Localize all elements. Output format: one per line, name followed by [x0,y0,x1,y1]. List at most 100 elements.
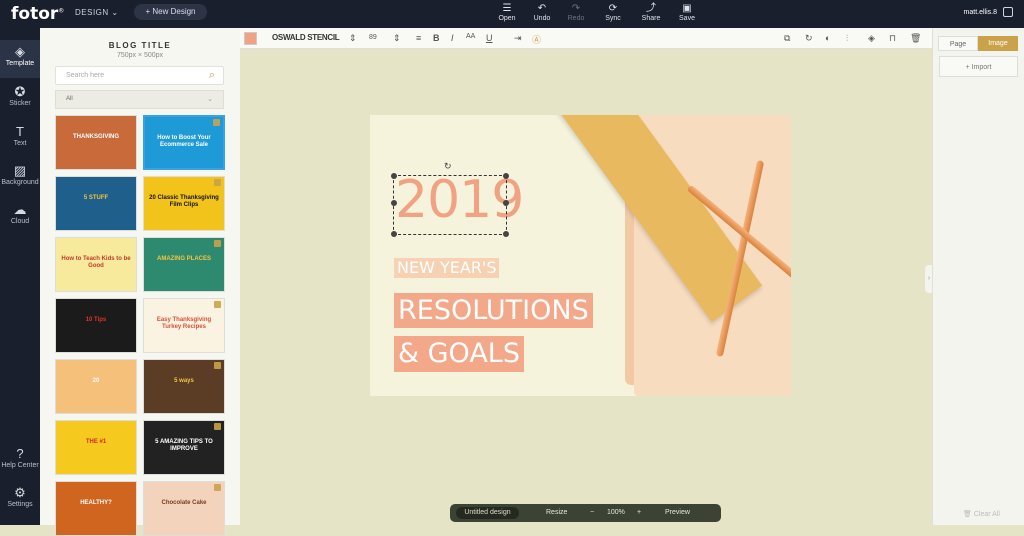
resize-handle[interactable] [503,231,509,237]
sidebar-item-cloud[interactable]: ☁ Cloud [0,202,40,232]
undo-button[interactable]: ↶ Undo [527,3,557,22]
category-select[interactable]: All ⌄ [55,90,224,109]
user-name[interactable]: matt.ellis.8 [964,9,997,16]
thumbnail-title: How to Teach Kids to be Good [61,256,131,269]
template-thumbnail[interactable]: 5 ways [143,359,225,414]
template-thumbnail[interactable]: 20 [55,359,137,414]
save-button[interactable]: ▣ Save [672,3,702,22]
template-thumbnail[interactable]: 5 STUFF [55,176,137,231]
sidebar: ◈ Template ✪ Sticker T Text ▨ Background ☁ Cl… [0,28,40,525]
headline-text[interactable]: NEW YEAR'S [394,258,500,278]
sidebar-item-sticker[interactable]: ✪ Sticker [0,84,40,114]
template-thumbnail[interactable]: Chocolate Cake [143,481,225,536]
search-input[interactable]: Search here ⌕ [55,66,224,85]
text-color-swatch[interactable] [244,32,257,45]
template-thumbnail[interactable]: How to Teach Kids to be Good [55,237,137,292]
template-thumbnail[interactable]: HEALTHY? [55,481,137,536]
settings-button[interactable]: ⚙ Settings [0,485,40,515]
copy-icon[interactable]: ⧉ [784,33,790,44]
resize-handle[interactable] [391,200,397,206]
thumbnail-title: THE #1 [85,439,107,445]
chevron-down-icon: ⌄ [207,96,213,103]
thumbnail-title: 5 AMAZING TIPS TO IMPROVE [155,439,213,452]
unlock-icon[interactable]: ⊓ [889,33,896,44]
font-stepper-icon[interactable]: ⇕ [349,33,357,44]
bold-icon[interactable]: B [433,33,440,43]
new-design-button[interactable]: + New Design [134,4,207,20]
template-thumbnail[interactable]: How to Boost Your Ecommerce Sale [143,115,225,170]
bottom-bar: Untitled design Resize − 100% + Preview [450,504,721,522]
search-icon[interactable]: ⌕ [209,69,215,82]
layers-icon[interactable]: ◈ [868,33,875,44]
help-center-button[interactable]: ? Help Center [0,446,40,476]
font-size-input[interactable]: 89 [369,34,377,41]
text-icon: T [16,124,24,139]
open-button[interactable]: ☰ Open [492,3,522,22]
sidebar-item-text[interactable]: T Text [0,124,40,154]
layer-icon[interactable]: ◐ [825,33,830,43]
sync-button[interactable]: ⟳ Sync [598,3,628,22]
user-menu-icon[interactable] [1003,7,1013,17]
resize-handle[interactable] [503,200,509,206]
template-thumbnail[interactable]: 10 Tips [55,298,137,353]
help-icon: ? [16,446,24,461]
italic-icon[interactable]: I [451,33,454,43]
tab-page[interactable]: Page [938,36,978,51]
redo-button[interactable]: ↷ Redo [561,3,591,22]
template-thumbnail[interactable]: 20 Classic Thanksgiving Film Clips [143,176,225,231]
flip-icon[interactable]: ⫶ [846,33,848,44]
tab-image[interactable]: Image [978,36,1018,51]
clear-all-button[interactable]: 🗑 Clear All [963,510,1000,518]
thumbnail-title: 5 STUFF [83,195,109,201]
premium-icon [214,301,221,308]
thumbnail-title: THANKSGIVING [72,134,119,140]
size-stepper-icon[interactable]: ⇕ [393,33,401,44]
import-button[interactable]: + Import [939,56,1018,77]
resize-handle[interactable] [503,173,509,179]
zoom-in-button[interactable]: + [637,509,641,516]
trash-icon[interactable]: 🗑 [910,33,921,44]
rotate-icon[interactable]: ↻ [805,33,813,44]
redo-icon: ↷ [571,3,581,14]
template-thumbnail[interactable]: Easy Thanksgiving Turkey Recipes [143,298,225,353]
selection-box[interactable] [391,173,509,237]
sync-icon: ⟳ [608,3,618,14]
template-thumbnail[interactable]: 5 AMAZING TIPS TO IMPROVE [143,420,225,475]
resize-button[interactable]: Resize [546,509,567,516]
panel-title: BLOG TITLE [108,41,172,50]
design-name[interactable]: Untitled design [456,507,519,519]
zoom-level: 100% [607,509,625,516]
goals-text[interactable]: & GOALS [394,336,524,372]
resolutions-text[interactable]: RESOLUTIONS [394,293,593,328]
trash-icon: 🗑 [963,511,972,518]
fotor-logo[interactable]: fotor® [11,4,64,24]
template-thumbnail[interactable]: AMAZING PLACES [143,237,225,292]
sidebar-item-background[interactable]: ▨ Background [0,163,40,193]
zoom-out-button[interactable]: − [590,509,594,516]
sticker-icon: ✪ [14,84,26,99]
template-panel: BLOG TITLE 750px × 500px Search here ⌕ Al… [40,28,240,536]
premium-icon [214,484,221,491]
thumbnail-title: 20 Classic Thanksgiving Film Clips [149,195,219,208]
premium-icon [213,119,220,126]
spacing-icon[interactable]: ⇥ [514,33,522,44]
template-icon: ◈ [15,44,25,59]
design-menu[interactable]: DESIGN ⌄ [75,8,119,17]
align-icon[interactable]: ≡ [416,33,421,43]
panel-size: 750px × 500px [116,52,164,59]
save-icon: ▣ [682,3,692,14]
font-select[interactable]: OSWALD STENCIL [272,33,340,42]
template-thumbnail[interactable]: THE #1 [55,420,137,475]
case-icon[interactable]: AA [466,33,475,40]
premium-icon [214,362,221,369]
sidebar-item-template[interactable]: ◈ Template [0,40,40,78]
resize-handle[interactable] [391,231,397,237]
resize-handle[interactable] [391,173,397,179]
top-bar: fotor® DESIGN ⌄ + New Design ☰ Open ↶ Undo ↷… [0,0,1024,28]
share-button[interactable]: ⤴ Share [636,3,666,22]
template-thumbnail[interactable]: THANKSGIVING [55,115,137,170]
underline-icon[interactable]: U [486,33,493,43]
thumbnail-title: Easy Thanksgiving Turkey Recipes [156,317,212,330]
preview-button[interactable]: Preview [665,509,690,516]
effects-icon[interactable]: Ⓐ [532,33,541,46]
